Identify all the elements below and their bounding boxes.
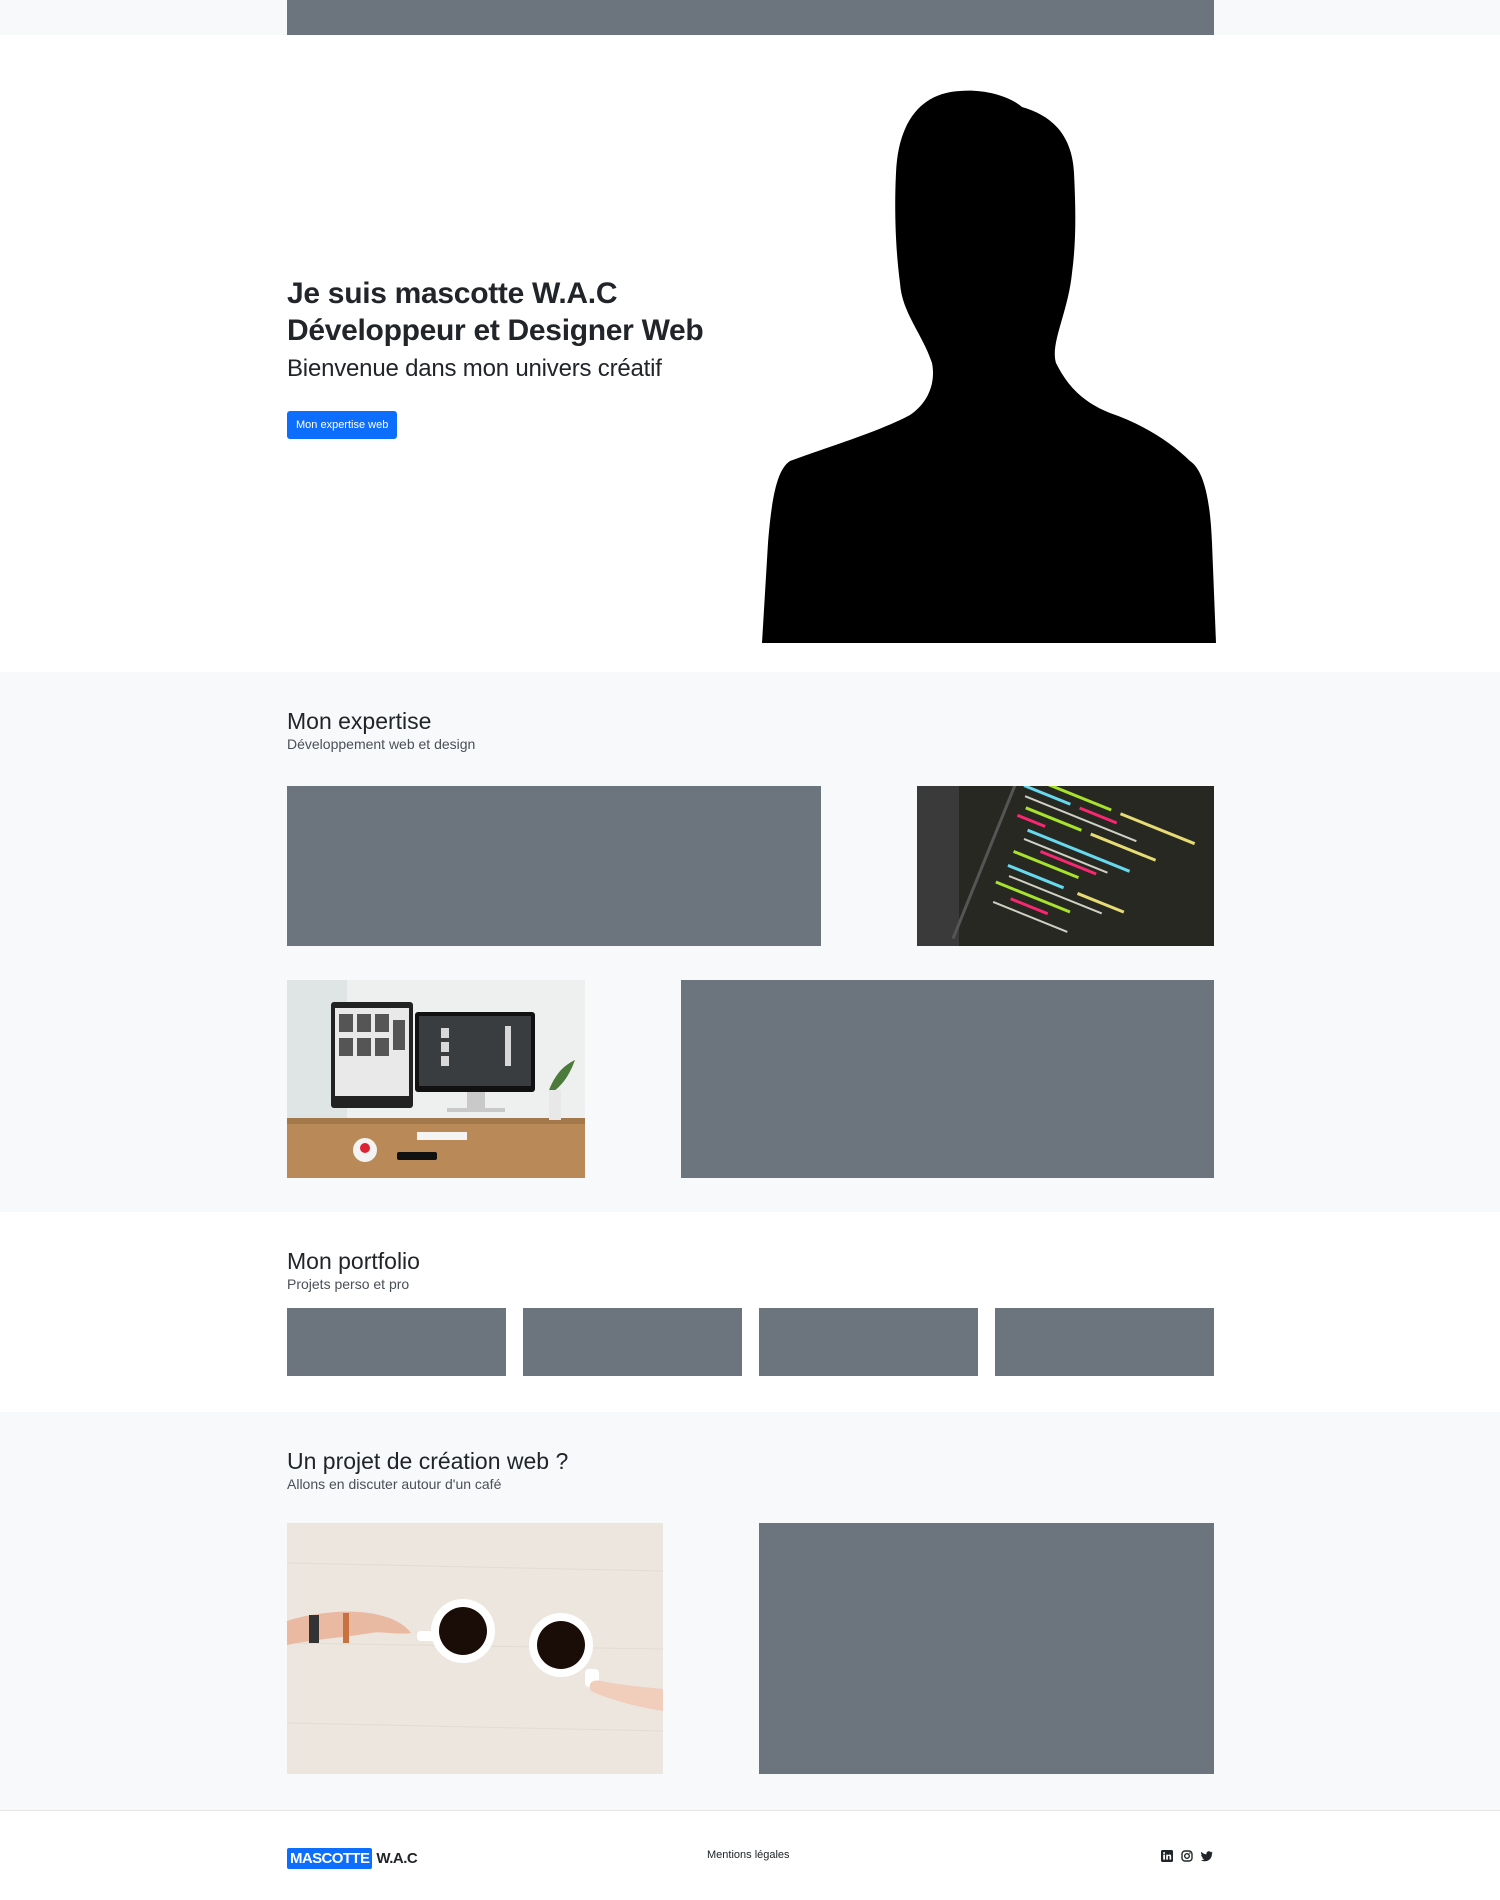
instagram-icon[interactable]	[1181, 1849, 1193, 1862]
hero-section: Je suis mascotte W.A.C Développeur et De…	[0, 35, 1500, 672]
portfolio-section: Mon portfolio Projets perso et pro	[0, 1212, 1500, 1412]
contact-section: Un projet de création web ? Allons en di…	[0, 1412, 1500, 1810]
hero-title: Je suis mascotte W.A.C Développeur et De…	[287, 275, 704, 349]
expertise-section: Mon expertise Développement web et desig…	[0, 672, 1500, 1212]
linkedin-icon[interactable]	[1161, 1849, 1173, 1862]
hero-title-line2: Développeur et Designer Web	[287, 314, 704, 347]
logo-box: MASCOTTE	[287, 1847, 373, 1869]
footer: MASCOTTE W.A.C Mentions légales	[0, 1810, 1500, 1900]
contact-title: Un projet de création web ?	[287, 1448, 569, 1474]
workspace-image	[287, 980, 585, 1178]
twitter-icon[interactable]	[1201, 1849, 1213, 1862]
portfolio-item-4[interactable]	[995, 1308, 1214, 1376]
portfolio-subtitle: Projets perso et pro	[287, 1276, 410, 1292]
contact-subtitle: Allons en discuter autour d'un café	[287, 1476, 502, 1492]
portfolio-item-1[interactable]	[287, 1308, 506, 1376]
social-links	[1161, 1849, 1213, 1862]
portfolio-title: Mon portfolio	[287, 1248, 420, 1274]
navbar-placeholder	[287, 0, 1214, 35]
expertise-card-1	[287, 786, 821, 946]
portfolio-item-2[interactable]	[523, 1308, 742, 1376]
expertise-button[interactable]: Mon expertise web	[287, 411, 398, 439]
contact-form-placeholder	[759, 1523, 1214, 1774]
expertise-subtitle: Développement web et design	[287, 736, 476, 752]
coffee-cups-image	[287, 1523, 663, 1774]
logo-text: W.A.C	[376, 1849, 418, 1867]
expertise-title: Mon expertise	[287, 708, 432, 734]
portfolio-item-3[interactable]	[759, 1308, 978, 1376]
hero-subtitle: Bienvenue dans mon univers créatif	[287, 355, 662, 382]
expertise-card-2	[681, 980, 1214, 1178]
legal-notice-link[interactable]: Mentions légales	[707, 1849, 790, 1861]
hero-title-line1: Je suis mascotte W.A.C	[287, 277, 618, 310]
footer-logo[interactable]: MASCOTTE W.A.C	[287, 1845, 418, 1871]
code-editor-image	[917, 786, 1214, 946]
profile-silhouette	[762, 90, 1216, 643]
